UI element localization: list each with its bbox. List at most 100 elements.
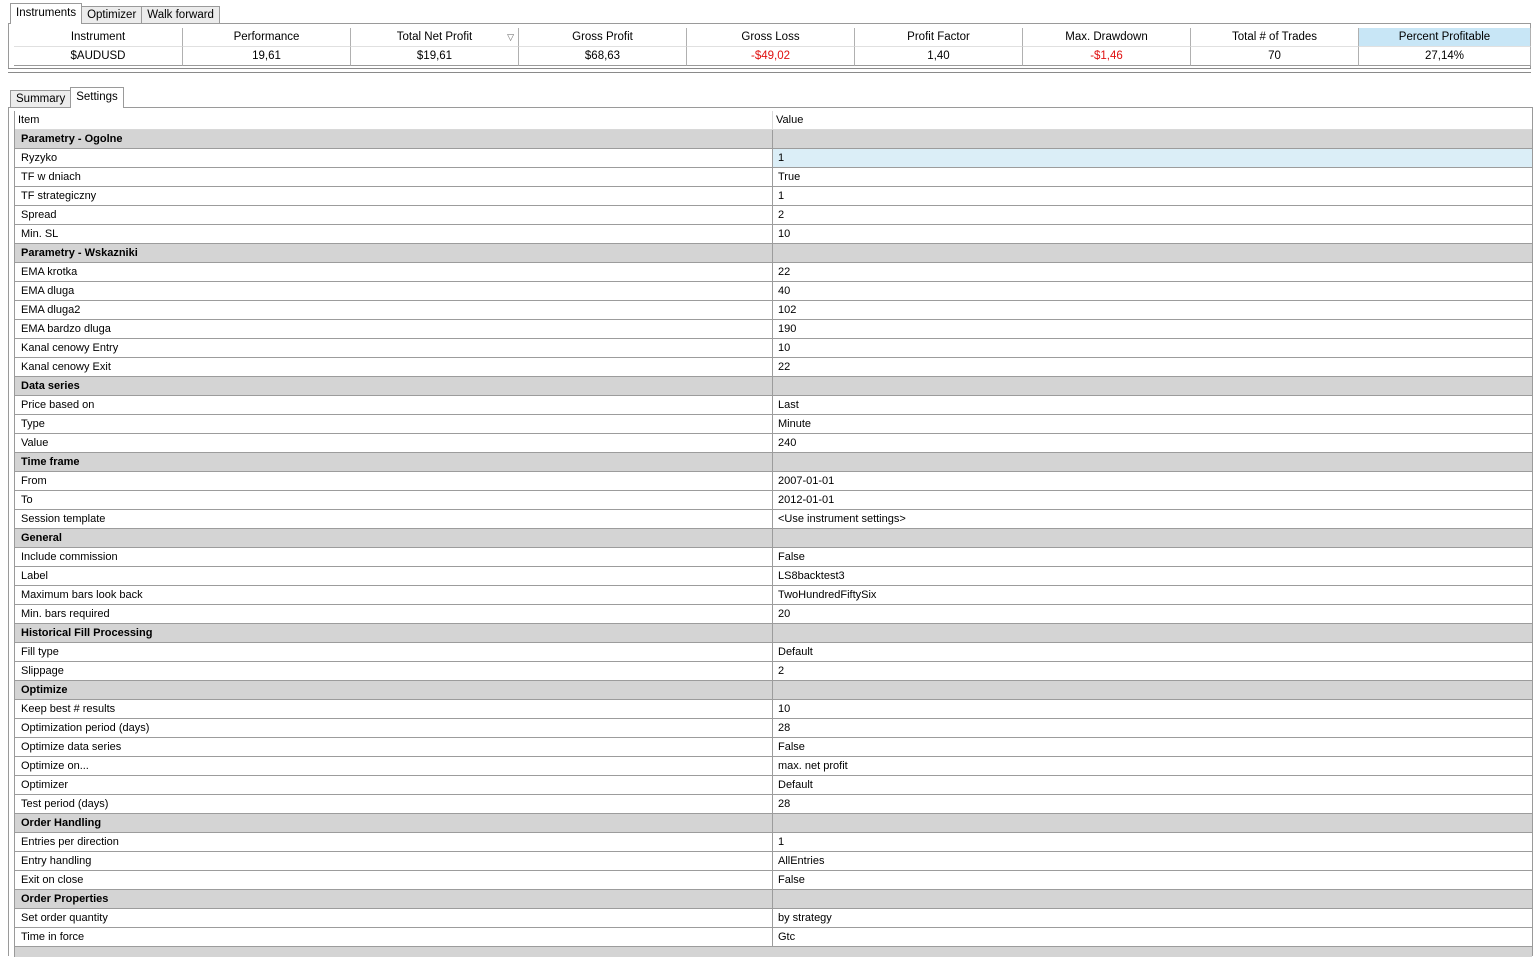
property-row[interactable]: EMA krotka 22 — [15, 263, 1532, 282]
property-value[interactable]: 10 — [773, 225, 1532, 243]
property-value[interactable]: 1 — [773, 187, 1532, 205]
property-row[interactable]: To 2012-01-01 — [15, 491, 1532, 510]
property-value[interactable]: 1 — [773, 149, 1532, 167]
property-value[interactable]: 20 — [773, 605, 1532, 623]
property-value[interactable]: 28 — [773, 795, 1532, 813]
property-value[interactable]: 22 — [773, 263, 1532, 281]
column-header-item[interactable]: Item — [15, 111, 773, 129]
table-row[interactable]: $AUDUSD 19,61 $19,61 $68,63 -$49,02 1,40… — [14, 47, 1531, 66]
property-row[interactable]: Entries per direction 1 — [15, 833, 1532, 852]
property-row[interactable]: From 2007-01-01 — [15, 472, 1532, 491]
column-header-gross-loss[interactable]: Gross Loss — [687, 28, 855, 47]
property-row[interactable]: Keep best # results 10 — [15, 700, 1532, 719]
category-row[interactable]: Parametry - Ogolne — [15, 130, 1532, 149]
property-row[interactable]: Min. SL 10 — [15, 225, 1532, 244]
property-row[interactable]: Optimize data series False — [15, 738, 1532, 757]
property-value[interactable]: 2 — [773, 206, 1532, 224]
property-row[interactable]: Exit on close False — [15, 871, 1532, 890]
property-value[interactable]: 102 — [773, 301, 1532, 319]
category-row[interactable]: Order Properties — [15, 890, 1532, 909]
property-row[interactable]: Optimizer Default — [15, 776, 1532, 795]
property-row[interactable]: Include commission False — [15, 548, 1532, 567]
property-row[interactable]: Time in force Gtc — [15, 928, 1532, 947]
property-row[interactable]: Price based on Last — [15, 396, 1532, 415]
property-value[interactable]: max. net profit — [773, 757, 1532, 775]
column-header-instrument[interactable]: Instrument — [14, 28, 183, 47]
category-row[interactable]: Time frame — [15, 453, 1532, 472]
category-row[interactable]: Data series — [15, 377, 1532, 396]
property-value[interactable]: 190 — [773, 320, 1532, 338]
tab-walk-forward[interactable]: Walk forward — [141, 6, 220, 24]
property-value[interactable]: 28 — [773, 719, 1532, 737]
property-value[interactable]: 10 — [773, 339, 1532, 357]
property-value[interactable]: 22 — [773, 358, 1532, 376]
property-value[interactable]: False — [773, 548, 1532, 566]
property-row[interactable]: EMA dluga 40 — [15, 282, 1532, 301]
property-row[interactable]: Set order quantity by strategy — [15, 909, 1532, 928]
column-header-profit-factor[interactable]: Profit Factor — [855, 28, 1023, 47]
splitter-top[interactable] — [8, 68, 1531, 69]
column-header-percent-profitable[interactable]: Percent Profitable — [1359, 28, 1531, 47]
column-header-total-trades[interactable]: Total # of Trades — [1191, 28, 1359, 47]
property-row[interactable]: Slippage 2 — [15, 662, 1532, 681]
property-value[interactable]: Gtc — [773, 928, 1532, 946]
property-value[interactable]: 2012-01-01 — [773, 491, 1532, 509]
property-value[interactable]: <Use instrument settings> — [773, 510, 1532, 528]
property-value[interactable]: AllEntries — [773, 852, 1532, 870]
property-row[interactable]: Entry handling AllEntries — [15, 852, 1532, 871]
property-row[interactable]: EMA bardzo dluga 190 — [15, 320, 1532, 339]
property-row[interactable]: Spread 2 — [15, 206, 1532, 225]
category-row[interactable]: General — [15, 529, 1532, 548]
property-row[interactable]: Fill type Default — [15, 643, 1532, 662]
property-row[interactable]: Optimize on... max. net profit — [15, 757, 1532, 776]
property-row[interactable]: Test period (days) 28 — [15, 795, 1532, 814]
property-row[interactable]: Kanal cenowy Exit 22 — [15, 358, 1532, 377]
property-value[interactable]: Minute — [773, 415, 1532, 433]
column-header-gross-profit[interactable]: Gross Profit — [519, 28, 687, 47]
property-value[interactable]: 2 — [773, 662, 1532, 680]
property-row[interactable]: Value 240 — [15, 434, 1532, 453]
tab-summary[interactable]: Summary — [10, 90, 72, 108]
category-value — [773, 529, 1532, 547]
column-header-value[interactable]: Value — [773, 111, 1532, 129]
property-value[interactable]: by strategy — [773, 909, 1532, 927]
category-row[interactable]: Order Handling — [15, 814, 1532, 833]
property-value[interactable]: False — [773, 871, 1532, 889]
property-row[interactable]: Label LS8backtest3 — [15, 567, 1532, 586]
property-row[interactable]: EMA dluga2 102 — [15, 301, 1532, 320]
property-row[interactable]: Kanal cenowy Entry 10 — [15, 339, 1532, 358]
property-row[interactable]: Type Minute — [15, 415, 1532, 434]
column-header-max-drawdown[interactable]: Max. Drawdown — [1023, 28, 1191, 47]
property-row[interactable]: Optimization period (days) 28 — [15, 719, 1532, 738]
column-header-total-net-profit[interactable]: Total Net Profit ▽ — [351, 28, 519, 47]
property-value[interactable]: 2007-01-01 — [773, 472, 1532, 490]
category-row[interactable]: Historical Fill Processing — [15, 624, 1532, 643]
tab-optimizer[interactable]: Optimizer — [81, 6, 143, 24]
column-header-performance[interactable]: Performance — [183, 28, 351, 47]
property-value[interactable]: True — [773, 168, 1532, 186]
property-row[interactable]: TF w dniach True — [15, 168, 1532, 187]
property-value[interactable]: False — [773, 738, 1532, 756]
property-name: Slippage — [15, 662, 773, 680]
property-value[interactable]: Last — [773, 396, 1532, 414]
category-row[interactable]: Parametry - Wskazniki — [15, 244, 1532, 263]
property-value[interactable]: TwoHundredFiftySix — [773, 586, 1532, 604]
sort-descending-icon: ▽ — [507, 32, 514, 42]
property-value[interactable]: 10 — [773, 700, 1532, 718]
tab-settings[interactable]: Settings — [70, 87, 124, 108]
property-value[interactable]: 240 — [773, 434, 1532, 452]
property-value[interactable]: Default — [773, 643, 1532, 661]
property-value[interactable]: 1 — [773, 833, 1532, 851]
property-row[interactable]: Min. bars required 20 — [15, 605, 1532, 624]
property-value[interactable]: Default — [773, 776, 1532, 794]
property-row[interactable]: Maximum bars look back TwoHundredFiftySix — [15, 586, 1532, 605]
property-value[interactable]: LS8backtest3 — [773, 567, 1532, 585]
tab-instruments[interactable]: Instruments — [10, 3, 83, 24]
category-value — [773, 890, 1532, 908]
property-row[interactable]: TF strategiczny 1 — [15, 187, 1532, 206]
category-row[interactable]: Optimize — [15, 681, 1532, 700]
property-row[interactable]: Session template <Use instrument settings… — [15, 510, 1532, 529]
property-value[interactable]: 40 — [773, 282, 1532, 300]
splitter-bottom[interactable] — [8, 72, 1531, 73]
property-row[interactable]: Ryzyko 1 — [15, 149, 1532, 168]
